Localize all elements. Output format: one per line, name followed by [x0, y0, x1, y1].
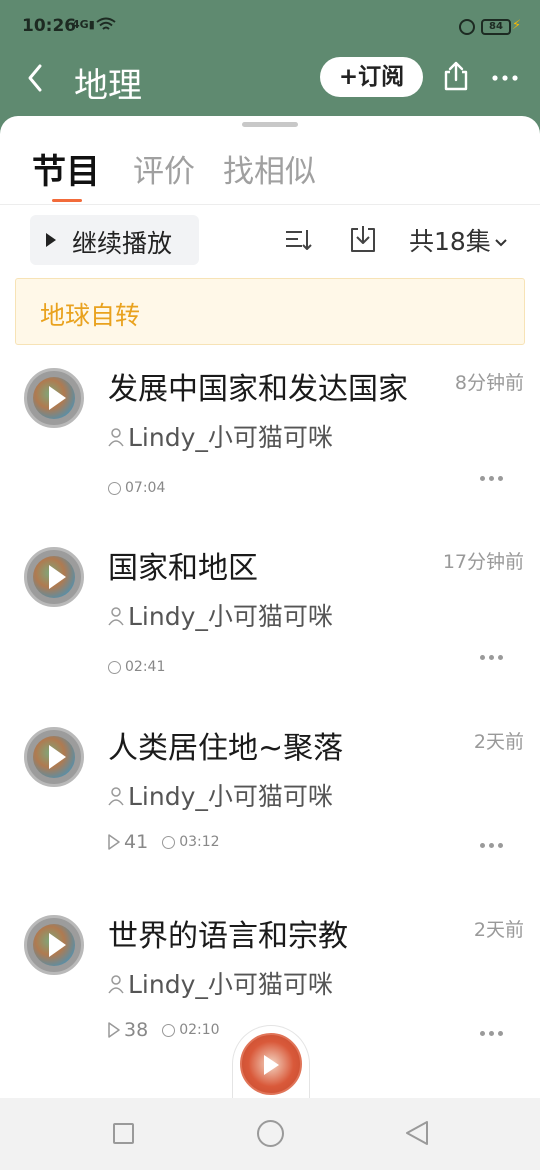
play-count: 41 [124, 831, 149, 853]
play-count-icon [108, 1022, 120, 1038]
drag-handle[interactable] [242, 122, 298, 127]
tab-similar[interactable]: 找相似 [223, 146, 316, 191]
notice-text: 地球自转 [40, 301, 141, 330]
chevron-down-icon [495, 239, 507, 247]
episode-cover[interactable] [24, 727, 84, 787]
episode-item[interactable]: 发展中国家和发达国家 8分钟前 Lindy_小可猫可咪 07:04 [0, 352, 540, 532]
episode-title: 发展中国家和发达国家 [108, 372, 408, 407]
author-name: Lindy_小可猫可咪 [128, 782, 333, 811]
back-icon[interactable] [22, 60, 52, 96]
continue-play-label: 继续播放 [72, 229, 173, 258]
episode-author: Lindy_小可猫可咪 [108, 965, 333, 1001]
tab-reviews[interactable]: 评价 [133, 146, 195, 191]
battery-icon: 84 [481, 19, 511, 35]
episode-duration: 02:41 [125, 659, 166, 675]
author-name: Lindy_小可猫可咪 [128, 602, 333, 631]
episode-cover[interactable] [24, 368, 84, 428]
episode-time-ago: 2天前 [473, 731, 524, 753]
user-icon [108, 607, 124, 626]
home-icon[interactable] [257, 1120, 284, 1147]
episode-time-ago: 8分钟前 [454, 372, 524, 394]
battery-level: 84 [489, 21, 503, 32]
episode-more-icon[interactable] [480, 645, 510, 660]
episode-item[interactable]: 国家和地区 17分钟前 Lindy_小可猫可咪 02:41 [0, 531, 540, 711]
user-icon [108, 428, 124, 447]
episode-duration: 03:12 [179, 834, 220, 850]
episode-author: Lindy_小可猫可咪 [108, 777, 333, 813]
status-time: 10:26 [22, 16, 77, 36]
content-sheet: 节目 评价 找相似 继续播放 共18集 地球自转 发展中国家和发达国家 8分钟前… [0, 116, 540, 1098]
episode-author: Lindy_小可猫可咪 [108, 597, 333, 633]
author-name: Lindy_小可猫可咪 [128, 423, 333, 452]
system-nav-bar [0, 1098, 540, 1170]
download-icon[interactable] [349, 224, 377, 254]
notice-banner[interactable]: 地球自转 [15, 278, 525, 345]
charging-icon: ⚡ [512, 18, 522, 33]
episode-count-label: 共18集 [409, 227, 491, 256]
episode-meta: 07:04 [108, 480, 165, 500]
mini-player-button[interactable] [232, 1025, 310, 1103]
active-tab-indicator [52, 199, 82, 202]
author-name: Lindy_小可猫可咪 [128, 970, 333, 999]
back-nav-icon[interactable] [405, 1120, 429, 1146]
play-count: 38 [124, 1019, 149, 1041]
play-icon [49, 565, 66, 589]
episode-cover[interactable] [24, 915, 84, 975]
episode-title: 世界的语言和宗教 [108, 919, 348, 954]
episode-more-icon[interactable] [480, 833, 510, 848]
episode-time-ago: 2天前 [473, 919, 524, 941]
episode-item[interactable]: 人类居住地~聚落 2天前 Lindy_小可猫可咪 41 03:12 [0, 711, 540, 891]
more-options-icon[interactable] [490, 68, 520, 88]
continue-play-button[interactable]: 继续播放 [30, 215, 199, 265]
clock-icon [162, 1023, 176, 1037]
wifi-icon [96, 17, 116, 30]
episode-author: Lindy_小可猫可咪 [108, 418, 333, 454]
episode-duration: 02:10 [179, 1022, 220, 1038]
recents-icon[interactable] [113, 1123, 134, 1144]
user-icon [108, 975, 124, 994]
clock-icon [162, 835, 176, 849]
episode-more-icon[interactable] [480, 466, 510, 481]
episode-title: 国家和地区 [108, 551, 258, 586]
subscribe-button[interactable]: +订阅 [320, 57, 423, 97]
episode-title: 人类居住地~聚落 [108, 731, 344, 766]
clock-icon [108, 660, 121, 674]
episode-duration: 07:04 [125, 480, 166, 496]
page-title: 地理 [74, 66, 142, 106]
tab-episodes[interactable]: 节目 [32, 144, 100, 193]
play-icon [49, 745, 66, 769]
network-type: 4G [72, 18, 89, 31]
play-icon [264, 1055, 279, 1075]
divider [0, 204, 540, 205]
share-icon[interactable] [442, 60, 470, 92]
episode-meta: 38 02:10 [108, 1019, 220, 1041]
episode-time-ago: 17分钟前 [442, 551, 524, 573]
user-icon [108, 787, 124, 806]
signal-icon: 4G▮ [72, 18, 95, 31]
sort-icon[interactable] [284, 226, 312, 254]
rotation-lock-icon [459, 19, 475, 35]
episode-cover[interactable] [24, 547, 84, 607]
play-icon [49, 386, 66, 410]
clock-icon [108, 481, 121, 495]
status-bar: 10:26 4G▮ 84 ⚡ [0, 0, 540, 56]
episode-meta: 41 03:12 [108, 831, 220, 853]
episode-count-dropdown[interactable]: 共18集 [409, 222, 508, 258]
play-count-icon [108, 834, 120, 850]
episode-more-icon[interactable] [480, 1021, 510, 1036]
episode-meta: 02:41 [108, 659, 165, 679]
play-icon [46, 233, 56, 247]
play-icon [49, 933, 66, 957]
